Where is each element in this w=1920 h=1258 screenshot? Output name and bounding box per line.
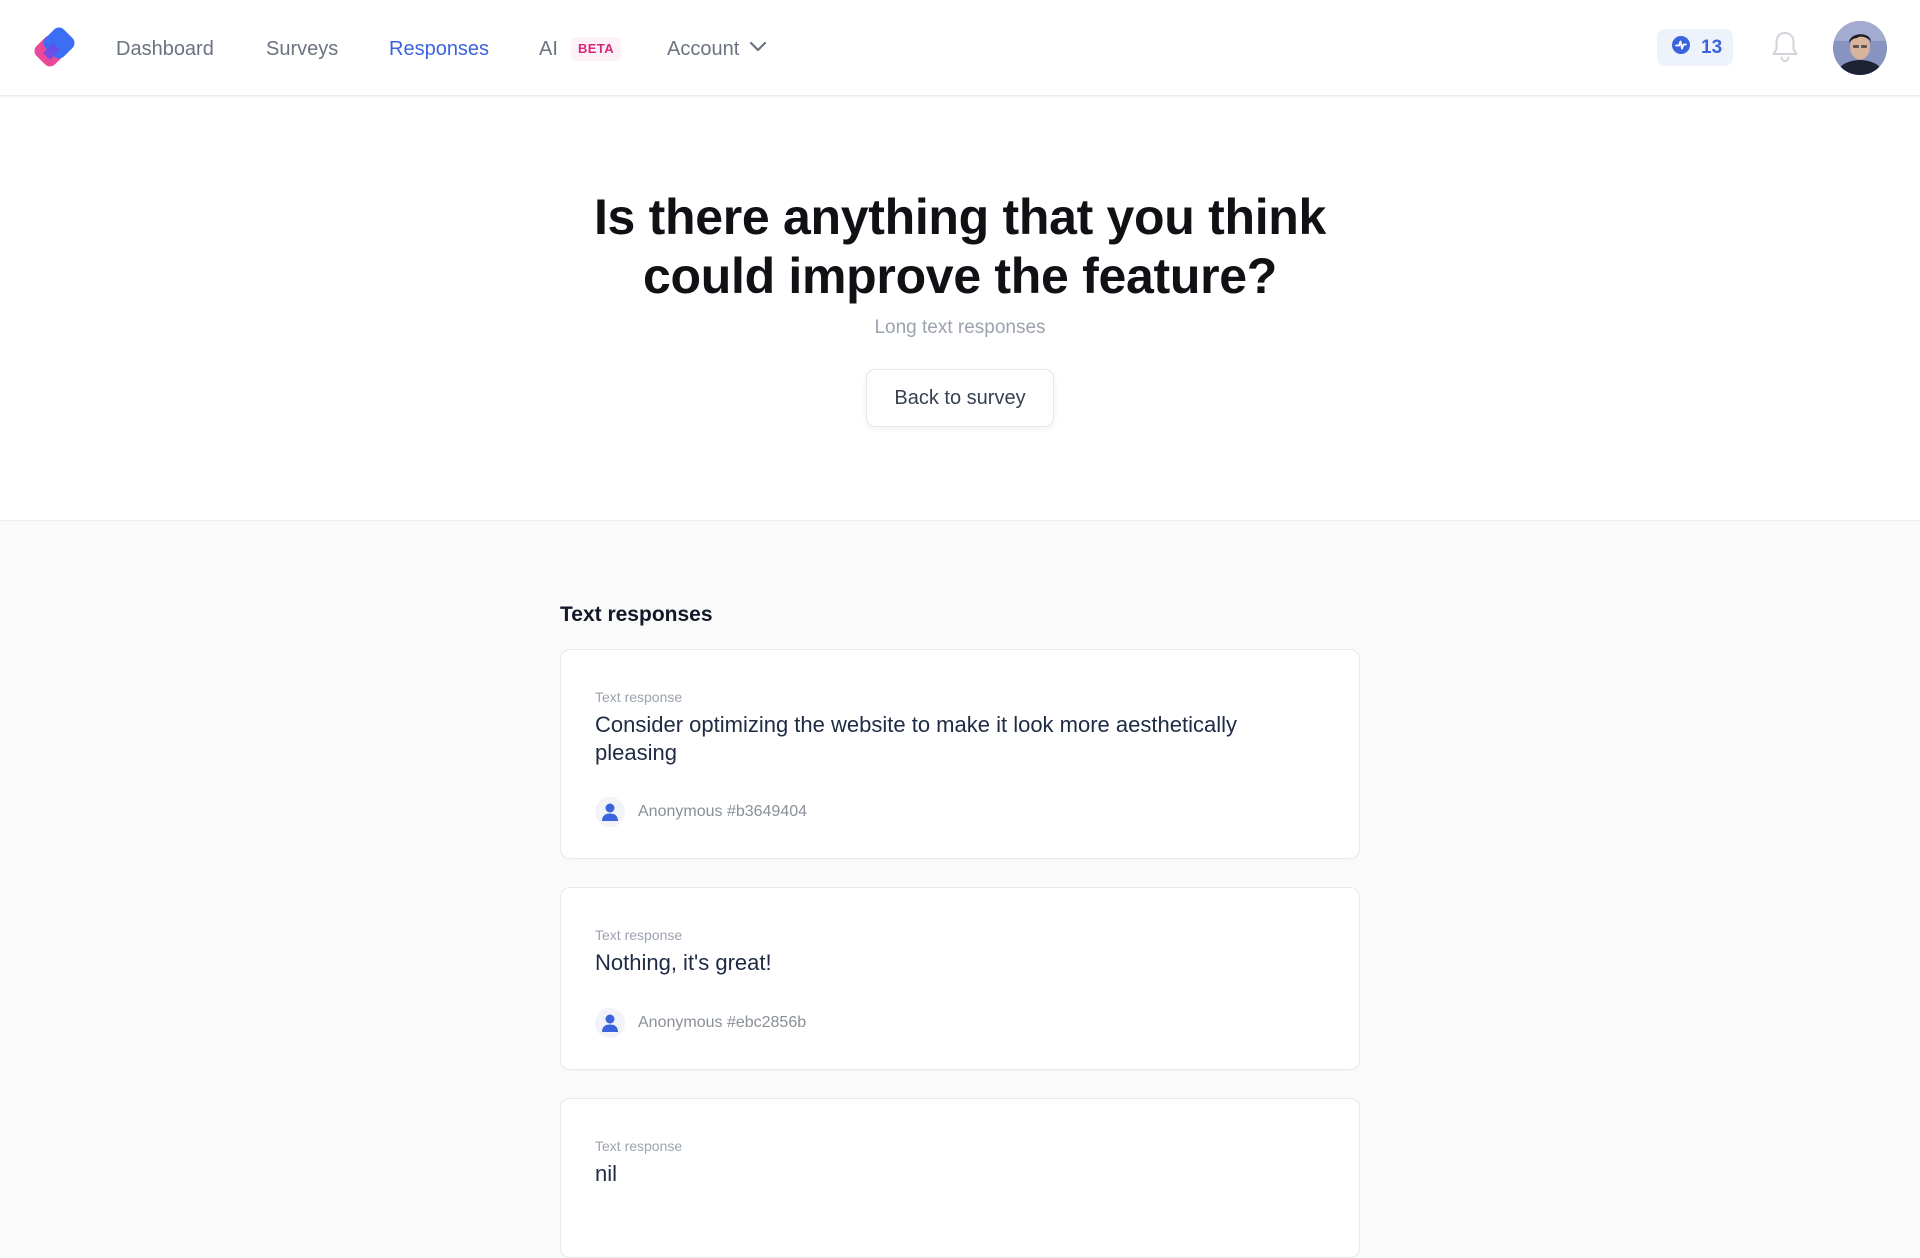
responder-name: Anonymous #b3649404 xyxy=(638,803,808,820)
nav-surveys[interactable]: Surveys xyxy=(266,36,338,62)
beta-badge: BETA xyxy=(571,37,622,61)
nav-responses[interactable]: Responses xyxy=(389,36,489,62)
nav-ai[interactable]: AI xyxy=(539,36,558,62)
responder[interactable]: Anonymous #ebc2856b xyxy=(595,1008,806,1038)
response-card: Text response Nothing, it's great! Anony… xyxy=(560,887,1360,1070)
response-card: Text response nil xyxy=(560,1098,1360,1258)
top-navigation: Dashboard Surveys Responses AI BETA Acco… xyxy=(0,0,1920,96)
responder-name: Anonymous #ebc2856b xyxy=(638,1014,807,1031)
question-title: Is there anything that you think could i… xyxy=(593,189,1327,304)
response-label: Text response xyxy=(595,927,683,943)
user-avatar[interactable] xyxy=(1833,21,1887,75)
chevron-down-icon xyxy=(749,40,767,58)
person-icon xyxy=(595,797,625,827)
credits-count: 13 xyxy=(1701,36,1723,58)
question-type-subtitle: Long text responses xyxy=(874,317,1046,338)
section-title: Text responses xyxy=(560,603,713,626)
back-to-survey-button[interactable]: Back to survey xyxy=(866,369,1054,427)
nav-dashboard[interactable]: Dashboard xyxy=(116,36,214,62)
response-label: Text response xyxy=(595,689,683,705)
account-label: Account xyxy=(667,38,740,60)
responder[interactable]: Anonymous #b3649404 xyxy=(595,797,807,827)
response-label: Text response xyxy=(595,1138,683,1154)
account-menu[interactable]: Account xyxy=(667,36,767,62)
response-text: nil xyxy=(595,1161,618,1186)
sparkle-credit-icon xyxy=(1671,35,1691,60)
bell-icon[interactable] xyxy=(1770,30,1800,64)
response-card: Text response Consider optimizing the we… xyxy=(560,649,1360,859)
credits-button[interactable]: 13 xyxy=(1657,29,1733,66)
response-text: Nothing, it's great! xyxy=(595,950,772,975)
app-logo[interactable] xyxy=(33,26,77,70)
question-header: Is there anything that you think could i… xyxy=(0,97,1920,521)
person-icon xyxy=(595,1008,625,1038)
response-text: Consider optimizing the website to make … xyxy=(595,712,1237,765)
